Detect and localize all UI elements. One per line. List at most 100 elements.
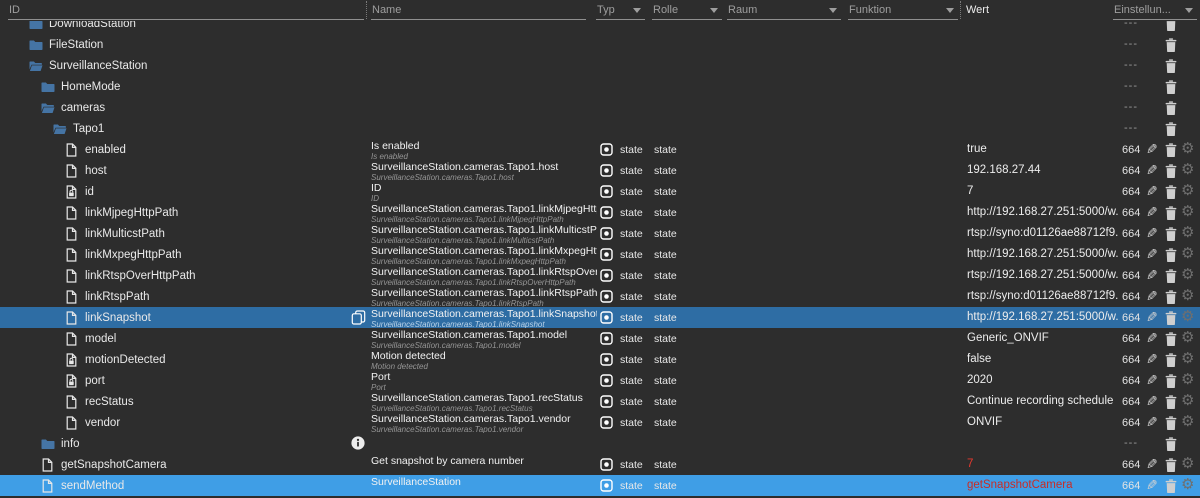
settings-gear-icon[interactable]: ⚙ xyxy=(1181,245,1194,263)
id-filter-input[interactable]: ID xyxy=(8,0,364,20)
object-row-FileStation[interactable]: FileStation--- xyxy=(0,34,1200,55)
object-row-getSnapshotCamera[interactable]: getSnapshotCameraGet snapshot by camera … xyxy=(0,454,1200,475)
object-row-model[interactable]: modelSurveillanceStation.cameras.Tapo1.m… xyxy=(0,328,1200,349)
tree-item-info[interactable]: info xyxy=(40,433,80,454)
value-cell[interactable]: http://192.168.27.251:5000/w... xyxy=(967,311,1119,323)
edit-value-icon[interactable]: ✎ xyxy=(1146,414,1158,430)
acl-badge[interactable]: 664 xyxy=(1122,354,1140,366)
tree-item-linkSnapshot[interactable]: linkSnapshot xyxy=(64,307,151,328)
value-cell[interactable]: true xyxy=(967,143,1119,155)
tree-item-enabled[interactable]: enabled xyxy=(64,139,126,160)
object-row-cameras[interactable]: cameras--- xyxy=(0,97,1200,118)
object-row-motionDetected[interactable]: motionDetectedMotion detectedMotion dete… xyxy=(0,349,1200,370)
delete-object-icon[interactable] xyxy=(1165,458,1177,472)
tree-item-HomeMode[interactable]: HomeMode xyxy=(40,76,120,97)
tree-item-port[interactable]: port xyxy=(64,370,105,391)
tree-item-cameras[interactable]: cameras xyxy=(40,97,105,118)
delete-object-icon[interactable] xyxy=(1165,38,1177,52)
delete-object-icon[interactable] xyxy=(1165,269,1177,283)
tree-item-DownloadStation[interactable]: DownloadStation xyxy=(28,21,136,34)
settings-gear-icon[interactable]: ⚙ xyxy=(1181,203,1194,221)
object-row-linkRtspOverHttpPath[interactable]: linkRtspOverHttpPathSurveillanceStation.… xyxy=(0,265,1200,286)
settings-gear-icon[interactable]: ⚙ xyxy=(1181,287,1194,305)
object-row-Tapo1[interactable]: Tapo1--- xyxy=(0,118,1200,139)
delete-object-icon[interactable] xyxy=(1165,353,1177,367)
object-row-DownloadStation[interactable]: DownloadStation--- xyxy=(0,21,1200,34)
delete-object-icon[interactable] xyxy=(1165,395,1177,409)
delete-object-icon[interactable] xyxy=(1165,311,1177,325)
value-cell[interactable]: rtsp://syno:d01126ae88712f9... xyxy=(967,227,1119,239)
object-row-vendor[interactable]: vendorSurveillanceStation.cameras.Tapo1.… xyxy=(0,412,1200,433)
settings-gear-icon[interactable]: ⚙ xyxy=(1181,140,1194,158)
edit-value-icon[interactable]: ✎ xyxy=(1146,162,1158,178)
delete-object-icon[interactable] xyxy=(1165,248,1177,262)
settings-gear-icon[interactable]: ⚙ xyxy=(1181,476,1194,494)
tree-item-getSnapshotCamera[interactable]: getSnapshotCamera xyxy=(40,454,166,475)
object-row-host[interactable]: hostSurveillanceStation.cameras.Tapo1.ho… xyxy=(0,160,1200,181)
delete-object-icon[interactable] xyxy=(1165,122,1177,136)
funktion-filter-select[interactable]: Funktion xyxy=(848,0,958,20)
acl-badge[interactable]: 664 xyxy=(1122,186,1140,198)
edit-value-icon[interactable]: ✎ xyxy=(1146,183,1158,199)
tree-item-id[interactable]: id xyxy=(64,181,94,202)
acl-badge[interactable]: 664 xyxy=(1122,144,1140,156)
delete-object-icon[interactable] xyxy=(1165,185,1177,199)
edit-value-icon[interactable]: ✎ xyxy=(1146,477,1158,493)
acl-badge[interactable]: 664 xyxy=(1122,228,1140,240)
acl-badge[interactable]: 664 xyxy=(1122,249,1140,261)
tree-item-motionDetected[interactable]: motionDetected xyxy=(64,349,166,370)
acl-badge[interactable]: 664 xyxy=(1122,333,1140,345)
tree-item-Tapo1[interactable]: Tapo1 xyxy=(52,118,104,139)
delete-object-icon[interactable] xyxy=(1165,416,1177,430)
edit-value-icon[interactable]: ✎ xyxy=(1146,267,1158,283)
delete-object-icon[interactable] xyxy=(1165,21,1177,31)
delete-object-icon[interactable] xyxy=(1165,164,1177,178)
object-row-info[interactable]: info--- xyxy=(0,433,1200,454)
tree-item-linkMxpegHttpPath[interactable]: linkMxpegHttpPath xyxy=(64,244,182,265)
settings-gear-icon[interactable]: ⚙ xyxy=(1181,308,1194,326)
object-row-linkMulticstPath[interactable]: linkMulticstPathSurveillanceStation.came… xyxy=(0,223,1200,244)
edit-value-icon[interactable]: ✎ xyxy=(1146,225,1158,241)
value-cell[interactable]: http://192.168.27.251:5000/w... xyxy=(967,248,1119,260)
acl-badge[interactable]: 664 xyxy=(1122,480,1140,492)
object-row-enabled[interactable]: enabledIs enabledIs enabledstatestatetru… xyxy=(0,139,1200,160)
column-separator[interactable] xyxy=(366,1,367,19)
tree-item-linkMulticstPath[interactable]: linkMulticstPath xyxy=(64,223,165,244)
object-row-recStatus[interactable]: recStatusSurveillanceStation.cameras.Tap… xyxy=(0,391,1200,412)
delete-object-icon[interactable] xyxy=(1165,332,1177,346)
delete-object-icon[interactable] xyxy=(1165,290,1177,304)
tree-item-vendor[interactable]: vendor xyxy=(64,412,120,433)
settings-gear-icon[interactable]: ⚙ xyxy=(1181,350,1194,368)
copy-icon[interactable] xyxy=(351,310,366,325)
object-row-port[interactable]: portPortPortstatestate2020664✎⚙ xyxy=(0,370,1200,391)
einstellungen-filter-select[interactable]: Einstellun... xyxy=(1113,0,1197,20)
object-row-linkMxpegHttpPath[interactable]: linkMxpegHttpPathSurveillanceStation.cam… xyxy=(0,244,1200,265)
delete-object-icon[interactable] xyxy=(1165,101,1177,115)
object-row-HomeMode[interactable]: HomeMode--- xyxy=(0,76,1200,97)
settings-gear-icon[interactable]: ⚙ xyxy=(1181,413,1194,431)
edit-value-icon[interactable]: ✎ xyxy=(1146,288,1158,304)
settings-gear-icon[interactable]: ⚙ xyxy=(1181,329,1194,347)
acl-badge[interactable]: 664 xyxy=(1122,207,1140,219)
delete-object-icon[interactable] xyxy=(1165,59,1177,73)
delete-object-icon[interactable] xyxy=(1165,80,1177,94)
rolle-filter-select[interactable]: Rolle xyxy=(652,0,722,20)
settings-gear-icon[interactable]: ⚙ xyxy=(1181,161,1194,179)
edit-value-icon[interactable]: ✎ xyxy=(1146,351,1158,367)
settings-gear-icon[interactable]: ⚙ xyxy=(1181,392,1194,410)
acl-badge[interactable]: 664 xyxy=(1122,312,1140,324)
edit-value-icon[interactable]: ✎ xyxy=(1146,141,1158,157)
tree-item-FileStation[interactable]: FileStation xyxy=(28,34,103,55)
raum-filter-select[interactable]: Raum xyxy=(727,0,841,20)
edit-value-icon[interactable]: ✎ xyxy=(1146,204,1158,220)
edit-value-icon[interactable]: ✎ xyxy=(1146,309,1158,325)
settings-gear-icon[interactable]: ⚙ xyxy=(1181,224,1194,242)
value-cell[interactable]: getSnapshotCamera xyxy=(967,479,1119,491)
tree-item-linkMjpegHttpPath[interactable]: linkMjpegHttpPath xyxy=(64,202,178,223)
object-row-linkMjpegHttpPath[interactable]: linkMjpegHttpPathSurveillanceStation.cam… xyxy=(0,202,1200,223)
delete-object-icon[interactable] xyxy=(1165,227,1177,241)
object-row-linkRtspPath[interactable]: linkRtspPathSurveillanceStation.cameras.… xyxy=(0,286,1200,307)
delete-object-icon[interactable] xyxy=(1165,374,1177,388)
acl-badge[interactable]: 664 xyxy=(1122,165,1140,177)
acl-badge[interactable]: 664 xyxy=(1122,396,1140,408)
